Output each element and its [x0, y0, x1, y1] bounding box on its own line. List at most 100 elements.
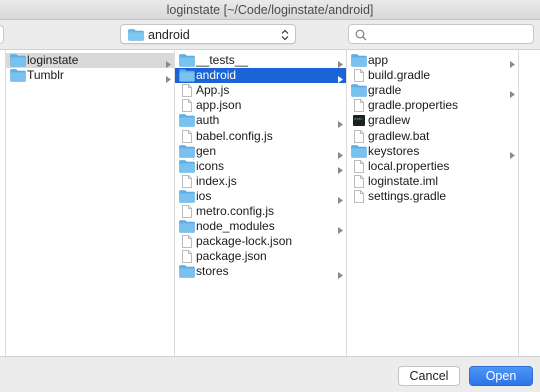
list-item-label: ios: [196, 188, 212, 203]
folder-icon: [179, 159, 195, 173]
open-button[interactable]: Open: [469, 366, 533, 386]
list-item[interactable]: babel.config.js: [175, 129, 346, 144]
list-item-label: package.json: [196, 249, 267, 264]
list-item-label: local.properties: [368, 158, 450, 173]
document-icon: [351, 159, 367, 173]
document-icon: [179, 235, 195, 249]
list-item[interactable]: gen: [175, 144, 346, 159]
list-item[interactable]: loginstate: [6, 53, 174, 68]
document-icon: [351, 174, 367, 188]
list-item-label: app.json: [196, 98, 242, 113]
search-field[interactable]: [348, 24, 534, 44]
search-input[interactable]: [371, 27, 529, 41]
disclosure-arrow-icon: [338, 57, 343, 68]
folder-icon: [179, 54, 195, 67]
disclosure-arrow-icon: [510, 57, 515, 68]
disclosure-arrow-icon: [338, 268, 343, 280]
list-item-label: metro.config.js: [196, 204, 275, 218]
folder-icon: [351, 84, 367, 97]
dialog-footer: Cancel Open: [0, 356, 540, 392]
list-item[interactable]: Tumblr: [6, 68, 174, 84]
folder-icon: [351, 54, 367, 67]
document-icon: [351, 129, 367, 143]
path-popup-button[interactable]: android: [120, 24, 296, 44]
terminal-exec-icon: exec: [351, 114, 367, 127]
folder-icon: [179, 144, 195, 158]
cancel-button[interactable]: Cancel: [398, 366, 460, 386]
toolbar: android: [0, 20, 540, 50]
list-item-label: build.gradle: [368, 68, 431, 83]
disclosure-arrow-icon: [510, 87, 515, 99]
list-item-label: loginstate.iml: [368, 173, 439, 188]
list-item[interactable]: node_modules: [175, 219, 346, 235]
list-item-label: keystores: [368, 143, 420, 158]
folder-icon: [179, 114, 195, 128]
list-item[interactable]: gradle: [347, 83, 518, 99]
list-item-label: App.js: [196, 83, 230, 98]
disclosure-arrow-icon: [338, 193, 343, 204]
column-2[interactable]: __tests__ android App.js app.json auth babel.…: [175, 50, 347, 356]
list-item[interactable]: App.js: [175, 83, 346, 98]
disclosure-arrow-icon: [338, 163, 343, 174]
disclosure-arrow-icon: [166, 57, 171, 68]
folder-icon: [179, 190, 195, 203]
list-item[interactable]: app.json: [175, 98, 346, 113]
list-item[interactable]: metro.config.js: [175, 204, 346, 219]
list-item-label: auth: [196, 113, 220, 128]
list-item-label: icons: [196, 158, 225, 173]
list-item[interactable]: package.json: [175, 249, 346, 264]
list-item[interactable]: ios: [175, 189, 346, 204]
list-item-label: gradlew.bat: [368, 128, 430, 143]
list-item[interactable]: index.js: [175, 174, 346, 189]
column-1[interactable]: loginstate Tumblr: [6, 50, 175, 356]
list-item[interactable]: auth: [175, 113, 346, 129]
disclosure-arrow-icon: [166, 72, 171, 84]
list-item[interactable]: android: [175, 68, 346, 84]
list-item[interactable]: stores: [175, 264, 346, 280]
list-item-label: stores: [196, 264, 229, 279]
list-item[interactable]: app: [347, 53, 518, 68]
document-icon: [351, 69, 367, 82]
disclosure-arrow-icon: [338, 223, 343, 235]
document-icon: [179, 129, 195, 143]
document-icon: [179, 174, 195, 188]
folder-icon: [179, 265, 195, 279]
list-item[interactable]: exec gradlew: [347, 113, 518, 128]
column-3[interactable]: app build.gradle gradle gradle.properties ex…: [347, 50, 519, 356]
disclosure-arrow-icon: [338, 148, 343, 159]
column-4[interactable]: [519, 50, 540, 356]
list-item[interactable]: gradlew.bat: [347, 129, 518, 144]
list-item[interactable]: gradle.properties: [347, 98, 518, 113]
list-item[interactable]: local.properties: [347, 159, 518, 174]
document-icon: [179, 205, 195, 218]
folder-icon: [351, 144, 367, 158]
list-item-label: package-lock.json: [196, 234, 293, 249]
path-popup-label: android: [148, 28, 190, 42]
disclosure-arrow-icon: [338, 72, 343, 84]
window-title: loginstate [~/Code/loginstate/android]: [0, 0, 540, 20]
document-icon: [351, 99, 367, 113]
column-browser: loginstate Tumblr __tests__ android App.js a…: [0, 50, 540, 356]
sidebar-toggle-button[interactable]: [0, 25, 4, 44]
list-item[interactable]: build.gradle: [347, 68, 518, 83]
chevron-updown-icon: [281, 29, 289, 41]
list-item-label: index.js: [196, 173, 237, 188]
list-item[interactable]: icons: [175, 159, 346, 174]
list-item-label: gradle.properties: [368, 98, 459, 113]
list-item[interactable]: package-lock.json: [175, 234, 346, 249]
list-item-label: gradlew: [368, 113, 411, 128]
list-item[interactable]: loginstate.iml: [347, 174, 518, 189]
folder-icon: [128, 29, 144, 44]
folder-icon: [179, 220, 195, 233]
list-item-label: node_modules: [196, 219, 275, 234]
list-item[interactable]: __tests__: [175, 53, 346, 68]
list-item-label: gen: [196, 143, 217, 158]
list-item[interactable]: settings.gradle: [347, 189, 518, 204]
list-item-label: loginstate: [27, 53, 79, 67]
list-item-label: settings.gradle: [368, 188, 447, 203]
disclosure-arrow-icon: [510, 148, 515, 159]
document-icon: [351, 189, 367, 203]
list-item[interactable]: keystores: [347, 144, 518, 159]
folder-icon: [10, 69, 26, 82]
svg-text:exec: exec: [354, 118, 362, 122]
